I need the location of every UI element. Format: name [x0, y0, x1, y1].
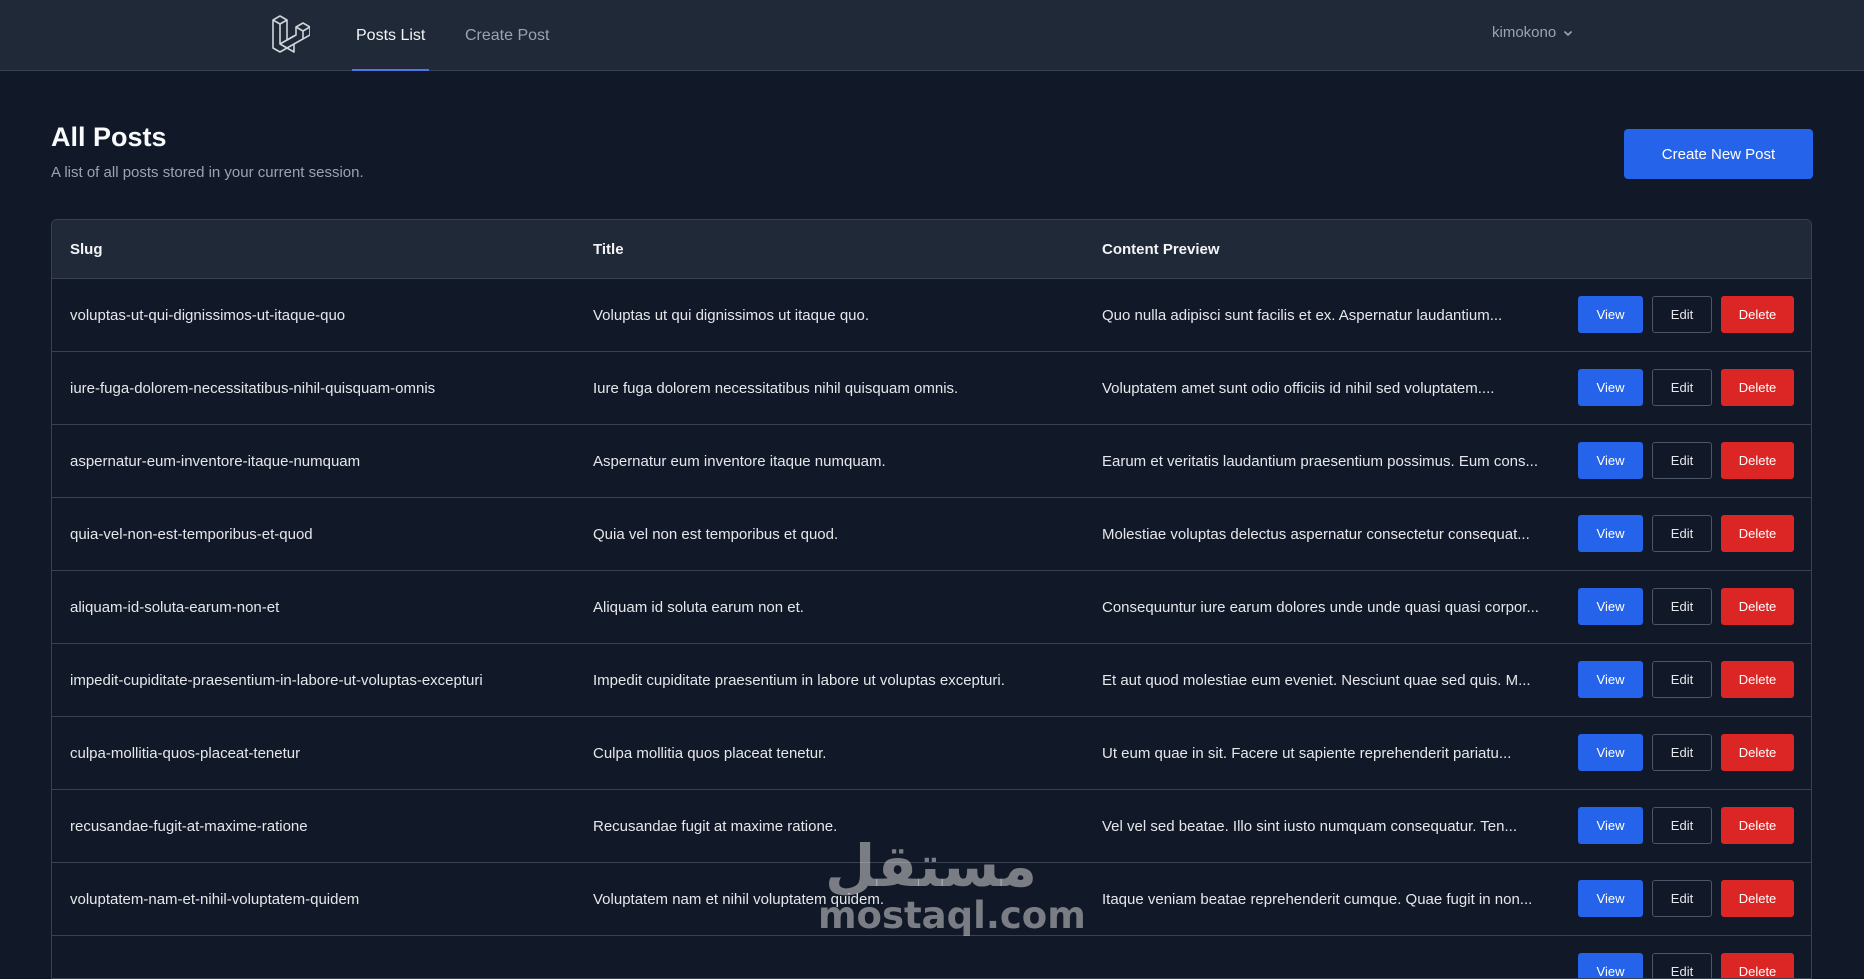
cell-slug: iure-fuga-dolorem-necessitatibus-nihil-q…: [70, 380, 436, 397]
column-header-content-preview: Content Preview: [1102, 241, 1220, 258]
table-row: aliquam-id-soluta-earum-non-et Aliquam id…: [52, 571, 1811, 644]
view-button[interactable]: View: [1578, 296, 1643, 333]
cell-content-preview: Voluptatem amet sunt odio officiis id ni…: [1102, 380, 1495, 397]
cell-title: Voluptatem nam et nihil voluptatem quide…: [593, 891, 884, 908]
cell-content-preview: Et aut quod molestiae eum eveniet. Nesci…: [1102, 672, 1531, 689]
cell-title: Culpa mollitia quos placeat tenetur.: [593, 745, 827, 762]
cell-title: Impedit cupiditate praesentium in labore…: [593, 672, 1005, 689]
cell-slug: aspernatur-eum-inventore-itaque-numquam: [70, 453, 361, 470]
row-actions: View Edit Delete: [1578, 953, 1794, 978]
edit-button[interactable]: Edit: [1652, 953, 1712, 978]
table-row: voluptatem-nam-et-nihil-voluptatem-quide…: [52, 863, 1811, 936]
cell-title: Recusandae fugit at maxime ratione.: [593, 818, 838, 835]
cell-content-preview: Itaque veniam beatae reprehenderit cumqu…: [1102, 891, 1533, 908]
table-row: quia-vel-non-est-temporibus-et-quod Quia …: [52, 498, 1811, 571]
cell-slug: quia-vel-non-est-temporibus-et-quod: [70, 526, 313, 543]
cell-slug: voluptatem-nam-et-nihil-voluptatem-quide…: [70, 891, 360, 908]
page-title: All Posts: [51, 122, 167, 152]
cell-slug: recusandae-fugit-at-maxime-ratione: [70, 818, 308, 835]
user-name: kimokono: [1492, 24, 1557, 41]
view-button[interactable]: View: [1578, 661, 1643, 698]
cell-content-preview: Earum et veritatis laudantium praesentiu…: [1102, 453, 1539, 470]
table-row: culpa-mollitia-quos-placeat-tenetur Culpa…: [52, 717, 1811, 790]
row-actions: View Edit Delete: [1578, 588, 1794, 625]
column-header-slug: Slug: [70, 241, 103, 258]
delete-button[interactable]: Delete: [1721, 734, 1794, 771]
chevron-down-icon: [1564, 30, 1573, 36]
row-actions: View Edit Delete: [1578, 880, 1794, 917]
cell-content-preview: Molestiae voluptas delectus aspernatur c…: [1102, 526, 1530, 543]
delete-button[interactable]: Delete: [1721, 296, 1794, 333]
edit-button[interactable]: Edit: [1652, 734, 1712, 771]
table-row: aspernatur-eum-inventore-itaque-numquam A…: [52, 425, 1811, 498]
cell-slug: impedit-cupiditate-praesentium-in-labore…: [70, 672, 483, 689]
view-button[interactable]: View: [1578, 880, 1643, 917]
edit-button[interactable]: Edit: [1652, 296, 1712, 333]
edit-button[interactable]: Edit: [1652, 880, 1712, 917]
table-body: voluptas-ut-qui-dignissimos-ut-itaque-qu…: [52, 279, 1811, 978]
cell-content-preview: Vel vel sed beatae. Illo sint iusto numq…: [1102, 818, 1517, 835]
cell-slug: voluptas-ut-qui-dignissimos-ut-itaque-qu…: [70, 307, 346, 324]
delete-button[interactable]: Delete: [1721, 807, 1794, 844]
edit-button[interactable]: Edit: [1652, 588, 1712, 625]
delete-button[interactable]: Delete: [1721, 369, 1794, 406]
cell-title: Voluptas ut qui dignissimos ut itaque qu…: [593, 307, 870, 324]
row-actions: View Edit Delete: [1578, 661, 1794, 698]
delete-button[interactable]: Delete: [1721, 588, 1794, 625]
row-actions: View Edit Delete: [1578, 734, 1794, 771]
row-actions: View Edit Delete: [1578, 369, 1794, 406]
cell-title: Iure fuga dolorem necessitatibus nihil q…: [593, 380, 959, 397]
delete-button[interactable]: Delete: [1721, 661, 1794, 698]
delete-button[interactable]: Delete: [1721, 953, 1794, 978]
table-row: impedit-cupiditate-praesentium-in-labore…: [52, 644, 1811, 717]
column-header-title: Title: [593, 241, 624, 258]
laravel-logo-icon[interactable]: [270, 14, 310, 54]
row-actions: View Edit Delete: [1578, 296, 1794, 333]
cell-title: Quia vel non est temporibus et quod.: [593, 526, 839, 543]
posts-table: Slug Title Content Preview voluptas-ut-q…: [51, 219, 1812, 979]
tab-posts-list[interactable]: Posts List: [352, 0, 430, 71]
view-button[interactable]: View: [1578, 807, 1643, 844]
edit-button[interactable]: Edit: [1652, 369, 1712, 406]
table-row: iure-fuga-dolorem-necessitatibus-nihil-q…: [52, 352, 1811, 425]
edit-button[interactable]: Edit: [1652, 442, 1712, 479]
view-button[interactable]: View: [1578, 442, 1643, 479]
row-actions: View Edit Delete: [1578, 442, 1794, 479]
table-row: View Edit Delete: [52, 936, 1811, 978]
cell-slug: culpa-mollitia-quos-placeat-tenetur: [70, 745, 301, 762]
create-new-post-button[interactable]: Create New Post: [1624, 129, 1813, 179]
view-button[interactable]: View: [1578, 369, 1643, 406]
table-row: voluptas-ut-qui-dignissimos-ut-itaque-qu…: [52, 279, 1811, 352]
view-button[interactable]: View: [1578, 515, 1643, 552]
view-button[interactable]: View: [1578, 953, 1643, 978]
page-subtitle: A list of all posts stored in your curre…: [51, 164, 364, 181]
delete-button[interactable]: Delete: [1721, 442, 1794, 479]
tab-create-post[interactable]: Create Post: [461, 0, 553, 71]
cell-title: Aliquam id soluta earum non et.: [593, 599, 804, 616]
top-navbar: Posts List Create Post kimokono: [0, 0, 1864, 71]
cell-content-preview: Ut eum quae in sit. Facere ut sapiente r…: [1102, 745, 1512, 762]
cell-slug: aliquam-id-soluta-earum-non-et: [70, 599, 280, 616]
user-menu[interactable]: kimokono: [1492, 24, 1574, 41]
edit-button[interactable]: Edit: [1652, 661, 1712, 698]
delete-button[interactable]: Delete: [1721, 515, 1794, 552]
view-button[interactable]: View: [1578, 588, 1643, 625]
edit-button[interactable]: Edit: [1652, 807, 1712, 844]
cell-content-preview: Consequuntur iure earum dolores unde und…: [1102, 599, 1539, 616]
row-actions: View Edit Delete: [1578, 515, 1794, 552]
cell-content-preview: Quo nulla adipisci sunt facilis et ex. A…: [1102, 307, 1503, 324]
view-button[interactable]: View: [1578, 734, 1643, 771]
table-row: recusandae-fugit-at-maxime-ratione Recusa…: [52, 790, 1811, 863]
edit-button[interactable]: Edit: [1652, 515, 1712, 552]
cell-title: Aspernatur eum inventore itaque numquam.: [593, 453, 886, 470]
row-actions: View Edit Delete: [1578, 807, 1794, 844]
table-header: Slug Title Content Preview: [52, 220, 1811, 279]
delete-button[interactable]: Delete: [1721, 880, 1794, 917]
